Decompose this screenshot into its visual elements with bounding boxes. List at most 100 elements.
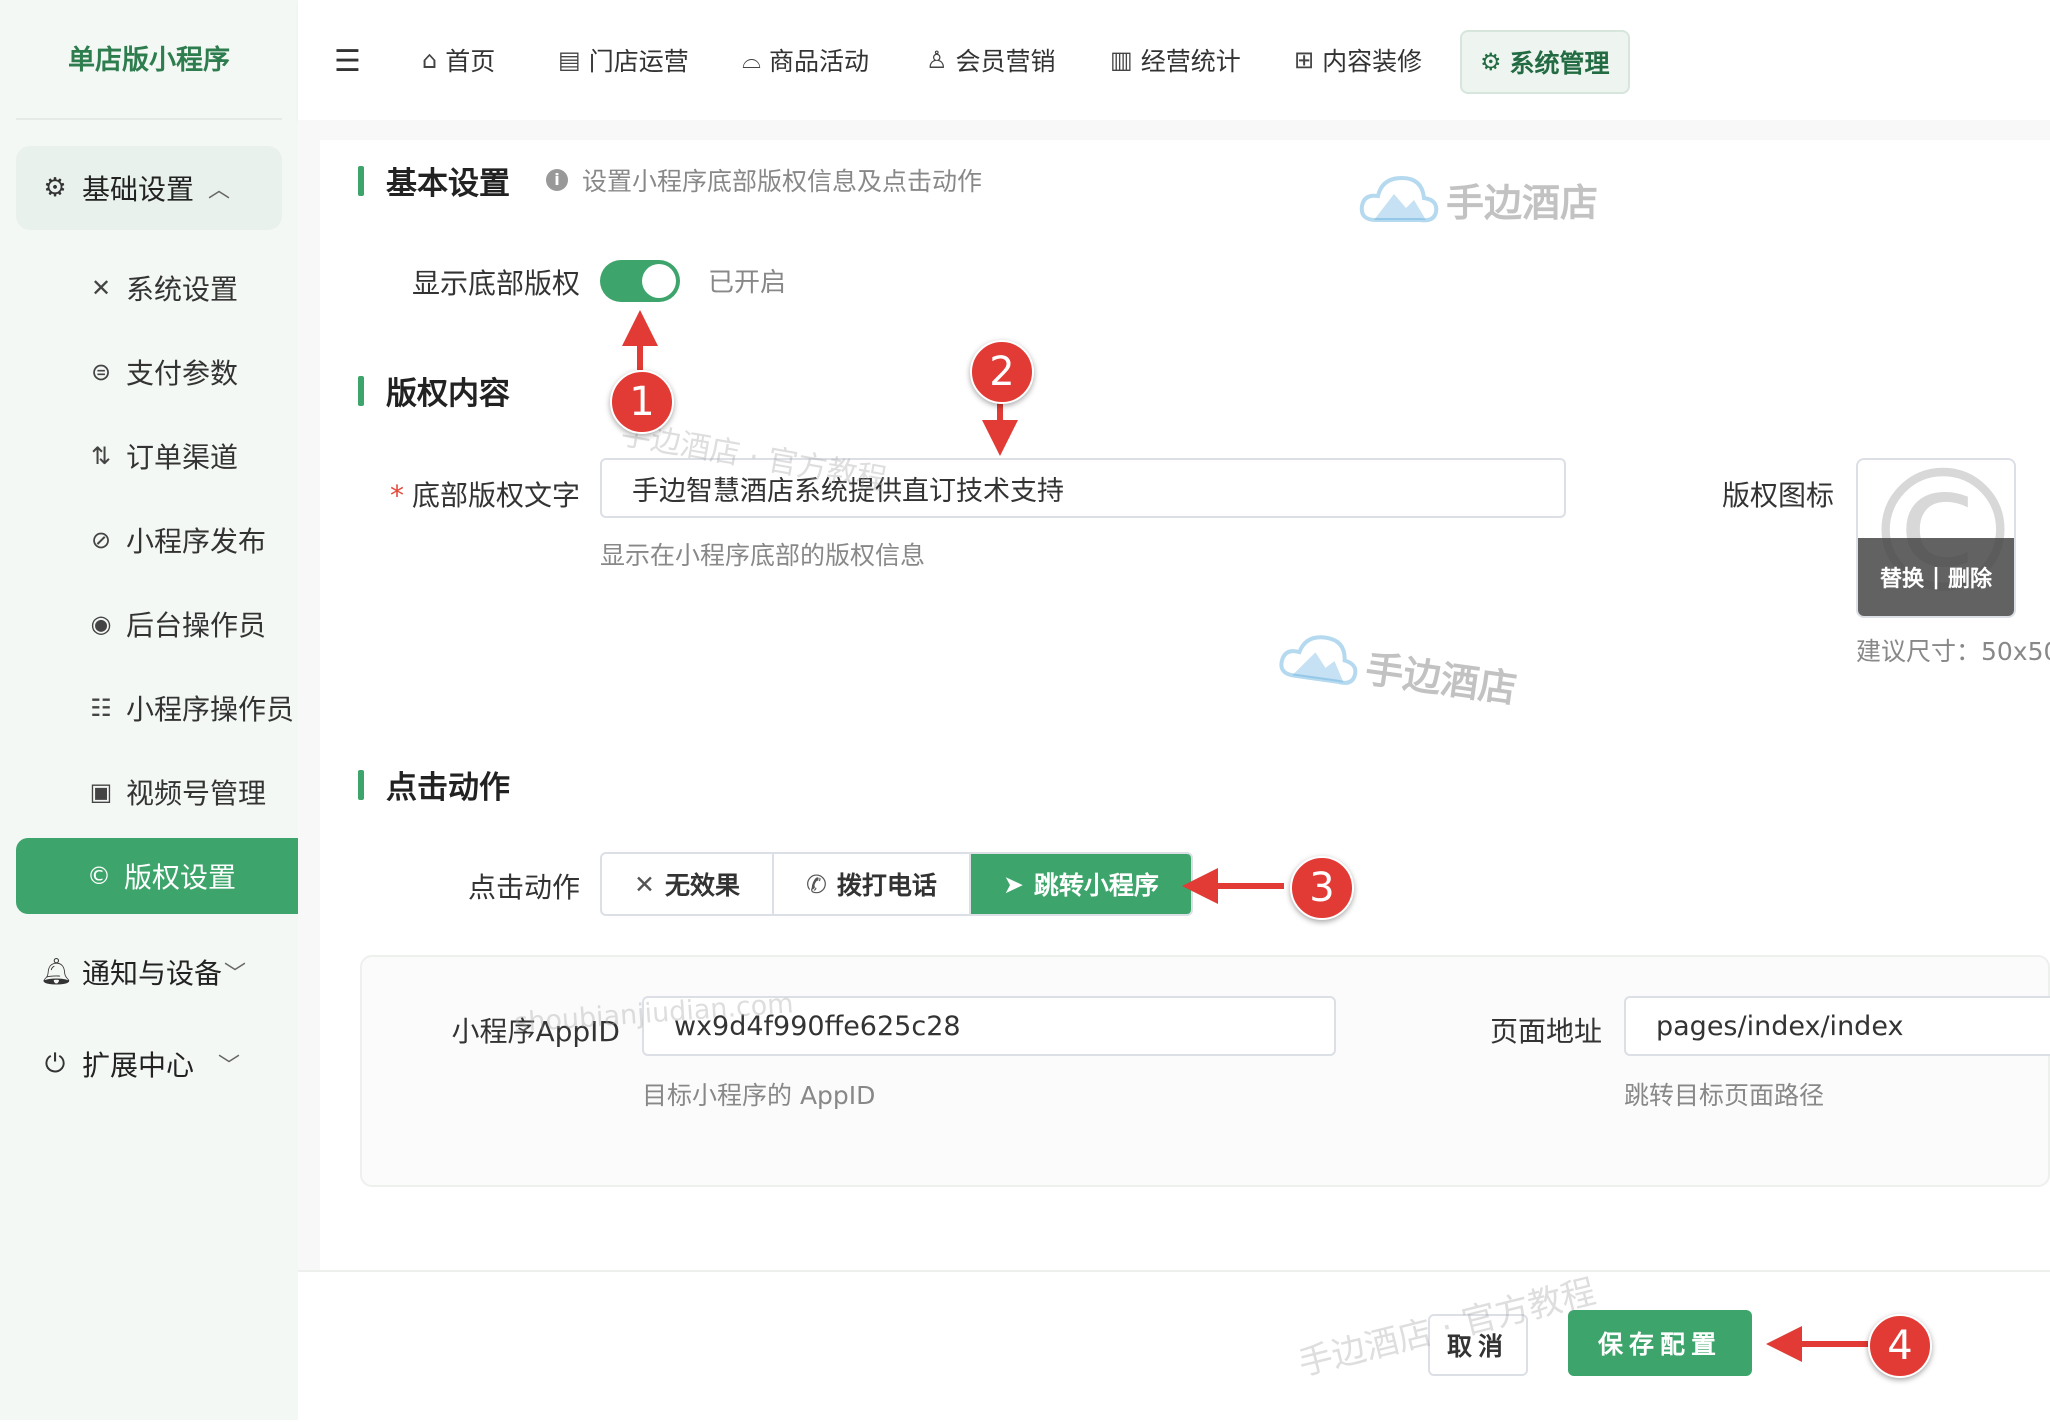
sidebar-group-basic[interactable]: ⚙ 基础设置 ︿ bbox=[16, 146, 282, 230]
option-label: 跳转小程序 bbox=[1033, 871, 1159, 900]
member-icon: ♙ bbox=[926, 46, 948, 74]
section-hint: i 设置小程序底部版权信息及点击动作 bbox=[546, 162, 982, 198]
sidebar-item-publish[interactable]: ⊘ 小程序发布 bbox=[84, 510, 266, 570]
nav-label: 经营统计 bbox=[1140, 47, 1241, 76]
appid-help: 目标小程序的 AppID bbox=[642, 1081, 876, 1110]
sidebar-item-label: 小程序操作员 bbox=[126, 693, 295, 726]
sidebar-group-extend[interactable]: ⏻ 扩展中心 ﹀ bbox=[16, 1022, 282, 1106]
sidebar-item-mini-operator[interactable]: ☷ 小程序操作员 bbox=[84, 678, 294, 738]
sidebar-group-label: 通知与设备 bbox=[82, 957, 223, 990]
nav-goods[interactable]: ⌓ 商品活动 bbox=[724, 30, 887, 90]
section-title-text: 基本设置 bbox=[386, 166, 510, 202]
layout-icon: ⊞ bbox=[1294, 46, 1315, 74]
shop-icon: ⌓ bbox=[742, 46, 761, 74]
show-copyright-toggle[interactable] bbox=[600, 260, 680, 302]
chevron-down-icon: ﹀ bbox=[224, 962, 247, 987]
operator-icon: ◉ bbox=[90, 610, 112, 638]
store-icon: ▤ bbox=[558, 46, 581, 74]
option-jump-miniprogram[interactable]: ➤ 跳转小程序 bbox=[970, 854, 1191, 914]
sidebar: 单店版小程序 ⚙ 基础设置 ︿ ✕ 系统设置 ⊜ 支付参数 ⇅ 订单渠道 ⊘ 小… bbox=[0, 0, 298, 1420]
video-icon: ▣ bbox=[89, 778, 113, 806]
sidebar-item-video[interactable]: ▣ 视频号管理 bbox=[84, 762, 266, 822]
sidebar-group-label: 基础设置 bbox=[82, 173, 195, 206]
close-icon: ✕ bbox=[634, 869, 655, 899]
send-icon: ➤ bbox=[1002, 869, 1024, 899]
copyright-text-help: 显示在小程序底部的版权信息 bbox=[600, 541, 926, 570]
footer-bar bbox=[298, 1270, 2050, 1422]
page-path-input[interactable]: pages/index/index bbox=[1624, 996, 2050, 1056]
sidebar-item-label: 后台操作员 bbox=[126, 609, 267, 642]
sidebar-group-label: 扩展中心 bbox=[82, 1049, 195, 1082]
user-list-icon: ☷ bbox=[90, 694, 112, 722]
sidebar-item-system[interactable]: ✕ 系统设置 bbox=[84, 258, 238, 318]
sidebar-item-label: 视频号管理 bbox=[126, 777, 267, 810]
sidebar-item-payment[interactable]: ⊜ 支付参数 bbox=[84, 342, 238, 402]
menu-collapse-icon[interactable]: ☰ bbox=[334, 44, 361, 79]
annotation-badge-4: 4 bbox=[1868, 1314, 1932, 1378]
watermark-text: 手边酒店 bbox=[1446, 180, 1599, 225]
nav-home[interactable]: ⌂ 首页 bbox=[404, 30, 513, 90]
nav-label: 会员营销 bbox=[955, 47, 1056, 76]
copyright-text-label: * 底部版权文字 bbox=[330, 474, 580, 514]
nav-label: 门店运营 bbox=[588, 47, 689, 76]
brand-title: 单店版小程序 bbox=[68, 45, 230, 76]
sidebar-item-label: 订单渠道 bbox=[126, 441, 239, 474]
chevron-up-icon: ︿ bbox=[208, 178, 231, 203]
phone-icon: ✆ bbox=[805, 869, 827, 899]
nav-store[interactable]: ▤ 门店运营 bbox=[540, 30, 707, 90]
cloud-logo-icon bbox=[1279, 635, 1358, 685]
nav-decor[interactable]: ⊞ 内容装修 bbox=[1276, 30, 1440, 90]
cloud-logo-icon bbox=[1359, 175, 1439, 223]
section-bar bbox=[358, 769, 364, 800]
icon-size-hint: 建议尺寸：50x50 bbox=[1856, 637, 2050, 666]
payment-icon: ⊜ bbox=[90, 358, 112, 386]
sidebar-item-label: 系统设置 bbox=[126, 273, 239, 306]
save-button[interactable]: 保存配置 bbox=[1568, 1310, 1752, 1376]
sidebar-item-copyright[interactable]: © 版权设置 bbox=[16, 838, 298, 914]
sidebar-item-label: 小程序发布 bbox=[126, 525, 267, 558]
hint-text: 设置小程序底部版权信息及点击动作 bbox=[582, 167, 983, 196]
nav-label: 系统管理 bbox=[1509, 49, 1610, 78]
separator: | bbox=[1931, 564, 1941, 590]
sidebar-group-notify[interactable]: 🔔︎ 通知与设备 ﹀ bbox=[16, 930, 282, 1014]
toggle-status: 已开启 bbox=[708, 268, 787, 298]
nav-label: 内容装修 bbox=[1322, 47, 1423, 76]
option-no-effect[interactable]: ✕ 无效果 bbox=[602, 854, 774, 914]
publish-icon: ⊘ bbox=[90, 526, 112, 554]
nav-stats[interactable]: ▥ 经营统计 bbox=[1092, 30, 1259, 90]
copyright-icon-label: 版权图标 bbox=[1721, 479, 1834, 512]
section-title-action: 点击动作 bbox=[358, 762, 510, 807]
gear-icon: ⚙ bbox=[43, 173, 67, 203]
click-action-label: 点击动作 bbox=[467, 871, 580, 904]
option-call[interactable]: ✆ 拨打电话 bbox=[774, 854, 971, 914]
jump-config-panel bbox=[360, 955, 2050, 1187]
sidebar-item-label: 支付参数 bbox=[126, 357, 239, 390]
watermark-logo: 手边酒店 bbox=[1358, 170, 1598, 228]
bell-icon: 🔔︎ bbox=[40, 957, 74, 987]
sidebar-item-operator[interactable]: ◉ 后台操作员 bbox=[84, 594, 267, 654]
delete-button[interactable]: 删除 bbox=[1944, 561, 1996, 593]
section-title-content: 版权内容 bbox=[358, 368, 510, 413]
section-bar bbox=[358, 375, 364, 406]
sidebar-item-channel[interactable]: ⇅ 订单渠道 bbox=[84, 426, 238, 486]
nav-member[interactable]: ♙ 会员营销 bbox=[908, 30, 1074, 90]
copyright-icon-upload[interactable]: © 替换 | 删除 bbox=[1856, 458, 2016, 618]
annotation-badge-3: 3 bbox=[1290, 856, 1354, 920]
chevron-down-icon: ﹀ bbox=[218, 1054, 241, 1079]
label-text: 底部版权文字 bbox=[411, 479, 580, 512]
nav-label: 商品活动 bbox=[768, 47, 869, 76]
required-mark: * bbox=[389, 479, 404, 512]
section-title-text: 版权内容 bbox=[386, 376, 510, 412]
tools-icon: ✕ bbox=[90, 274, 112, 302]
replace-button[interactable]: 替换 bbox=[1876, 561, 1928, 593]
channel-icon: ⇅ bbox=[90, 442, 112, 470]
show-copyright-label: 显示底部版权 bbox=[411, 267, 580, 300]
nav-system[interactable]: ⚙ 系统管理 bbox=[1460, 30, 1630, 94]
page-path-help: 跳转目标页面路径 bbox=[1624, 1081, 1825, 1110]
toggle-knob bbox=[642, 264, 676, 298]
page-path-label: 页面地址 bbox=[1489, 1015, 1602, 1048]
plug-icon: ⏻ bbox=[44, 1048, 66, 1079]
image-actions: 替换 | 删除 bbox=[1858, 538, 2014, 616]
section-bar bbox=[358, 165, 364, 196]
chart-icon: ▥ bbox=[1110, 46, 1133, 74]
